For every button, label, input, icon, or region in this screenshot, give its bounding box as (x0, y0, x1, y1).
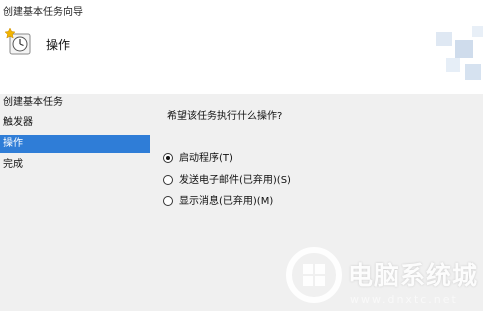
sidebar-item-create-basic-task[interactable]: 创建基本任务 (0, 94, 150, 112)
option-send-email[interactable]: 发送电子邮件(已弃用)(S) (163, 174, 291, 188)
watermark: 电脑系统城 www.dnxtc.net (284, 244, 483, 311)
watermark-logo-icon (286, 247, 342, 303)
option-label: 发送电子邮件(已弃用)(S) (179, 175, 291, 186)
sidebar-item-label: 创建基本任务 (3, 97, 63, 108)
decorative-tile (446, 58, 460, 72)
page-title: 操作 (46, 38, 71, 52)
decorative-tile (465, 64, 481, 80)
decorative-tile (436, 32, 452, 46)
sidebar-item-label: 完成 (3, 159, 23, 170)
option-display-message[interactable]: 显示消息(已弃用)(M) (163, 195, 273, 209)
window-title: 创建基本任务向导 (3, 7, 83, 18)
radio-button[interactable] (163, 196, 173, 206)
sidebar-item-finish[interactable]: 完成 (0, 156, 150, 174)
watermark-text: 电脑系统城 (348, 261, 479, 290)
option-label: 显示消息(已弃用)(M) (179, 196, 274, 207)
task-scheduler-clock-icon (4, 27, 33, 56)
action-question: 希望该任务执行什么操作? (167, 111, 283, 122)
wizard-header: 操作 (0, 24, 483, 94)
radio-button[interactable] (163, 175, 173, 185)
decorative-tile (472, 26, 483, 37)
title-bar: 创建基本任务向导 (0, 0, 483, 24)
sidebar-item-label: 操作 (3, 138, 23, 149)
radio-button-checked[interactable] (163, 153, 173, 163)
sidebar-item-label: 触发器 (3, 117, 33, 128)
sidebar-item-action[interactable]: 操作 (0, 135, 150, 153)
option-label: 启动程序(T) (179, 153, 233, 164)
watermark-url: www.dnxtc.net (350, 293, 458, 306)
option-start-program[interactable]: 启动程序(T) (163, 152, 233, 166)
decorative-tile (455, 40, 473, 58)
sidebar-item-trigger[interactable]: 触发器 (0, 114, 150, 132)
